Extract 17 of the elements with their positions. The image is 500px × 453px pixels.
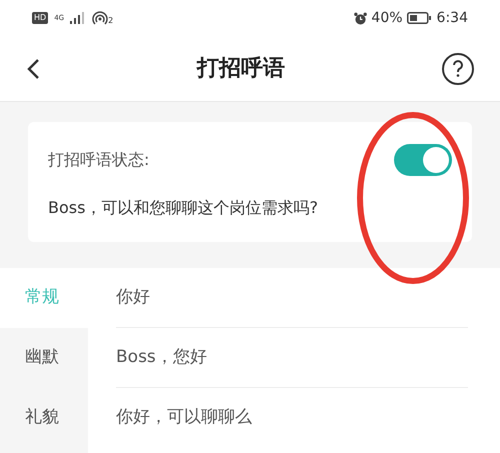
alarm-icon [354, 12, 368, 24]
hd-icon: HD [32, 12, 48, 24]
greeting-item[interactable]: 你好，可以聊聊么 [116, 388, 468, 448]
greeting-item[interactable]: Boss，您好 [116, 328, 468, 388]
clock-time: 6:34 [436, 8, 468, 28]
page-title: 打招呼语 [197, 55, 285, 83]
greeting-item[interactable]: 你好 [116, 268, 468, 328]
hotspot-count: 2 [108, 15, 114, 27]
battery-icon [406, 12, 431, 24]
battery-percent: 40% [371, 8, 403, 28]
current-greeting: Boss，可以和您聊聊这个岗位需求吗? [48, 197, 319, 219]
back-icon[interactable] [26, 58, 40, 80]
hotspot-icon [92, 11, 108, 25]
status-toggle[interactable] [394, 144, 452, 176]
help-icon[interactable] [442, 52, 474, 84]
signal-icon [70, 12, 86, 24]
status-label: 打招呼语状态: [48, 149, 150, 171]
